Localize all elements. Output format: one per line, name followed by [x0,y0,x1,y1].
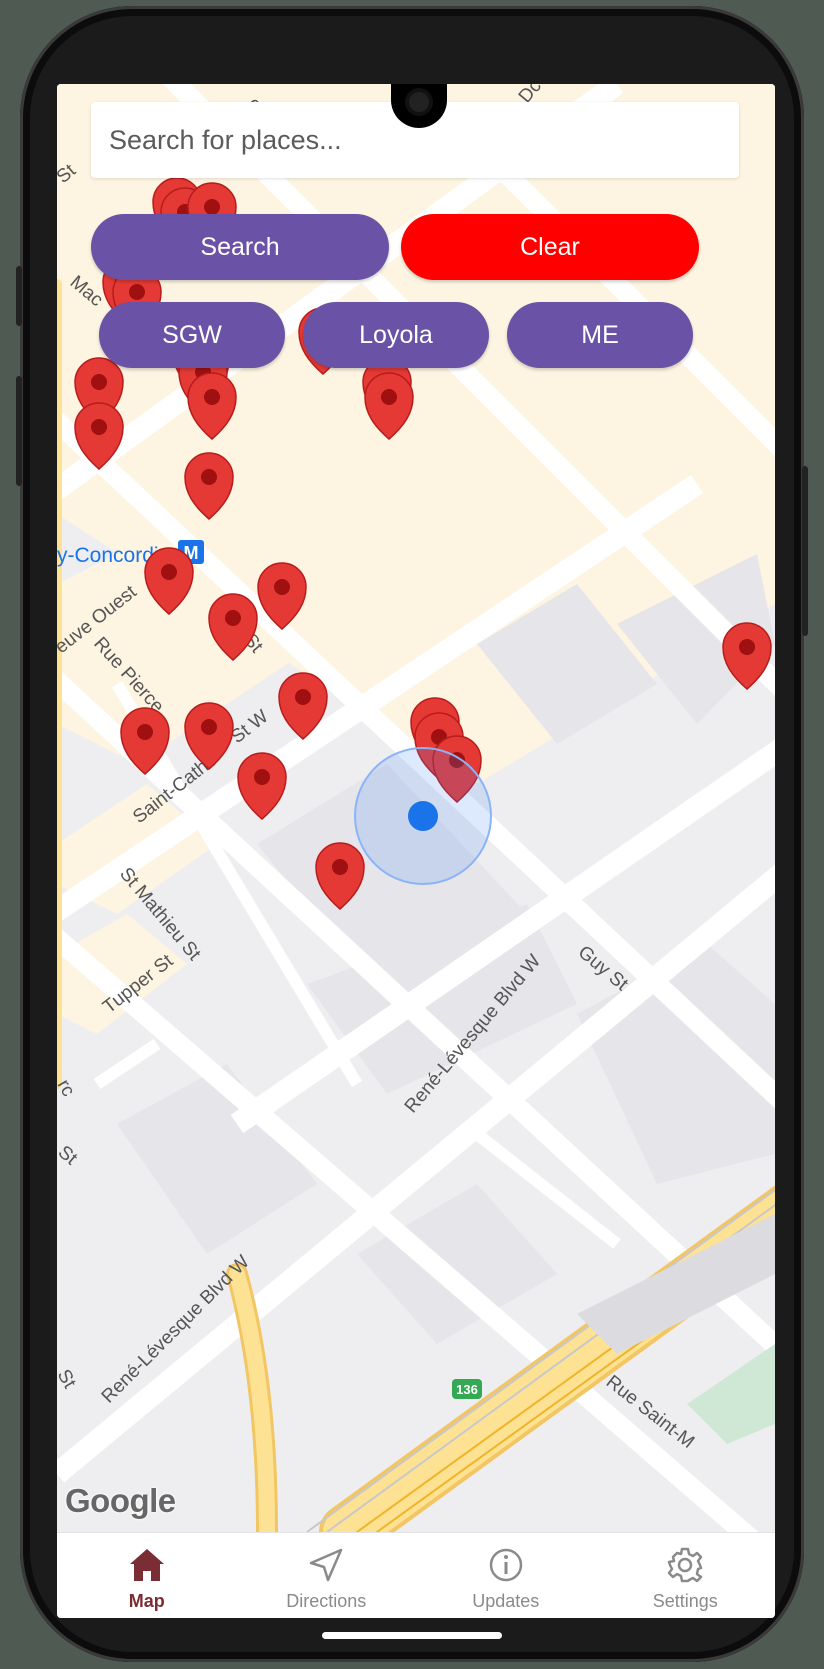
clear-button[interactable]: Clear [401,214,699,280]
tab-map[interactable]: Map [57,1533,237,1618]
info-icon [489,1548,522,1582]
tab-label: Map [128,1591,165,1611]
gear-icon [668,1547,703,1583]
tab-directions[interactable]: Directions [237,1533,417,1618]
highway-shield-label: 136 [456,1382,478,1397]
home-icon [129,1549,164,1581]
power-button [802,466,808,636]
sgw-campus-button[interactable]: SGW [99,302,285,368]
tab-updates[interactable]: Updates [416,1533,596,1618]
volume-button [16,376,22,486]
current-location-indicator [354,747,492,885]
volume-button [16,266,22,326]
my-location-button[interactable]: ME [507,302,693,368]
screen: 136 St Mac y-Concordia M euve Ouest Rue … [57,84,775,1618]
tab-label: Directions [286,1591,367,1611]
tab-label: Settings [652,1591,718,1611]
search-button[interactable]: Search [91,214,389,280]
google-attribution: Google [65,1482,176,1519]
tab-label: Updates [472,1591,540,1611]
loyola-campus-button[interactable]: Loyola [303,302,489,368]
home-indicator[interactable] [322,1632,502,1639]
navigation-arrow-icon [310,1548,343,1582]
bottom-navigation: Map Directions Updates Settings [57,1532,775,1618]
tab-settings[interactable]: Settings [596,1533,776,1618]
